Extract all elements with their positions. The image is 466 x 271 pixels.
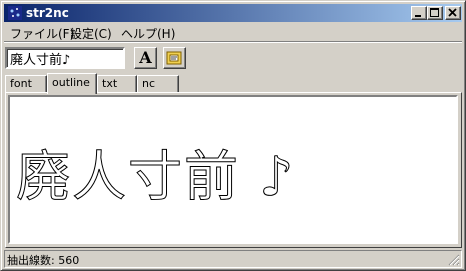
minimize-button[interactable] (411, 6, 427, 20)
menu-file[interactable]: ファイル(F) (10, 25, 74, 42)
outline-canvas[interactable]: 廃人寸前 ♪ (8, 95, 458, 244)
app-icon (8, 6, 22, 20)
export-icon (166, 51, 182, 65)
font-button[interactable]: A (134, 47, 157, 69)
tab-txt-label: txt (102, 77, 118, 90)
tab-txt[interactable]: txt (97, 75, 137, 92)
status-bar: 抽出線数: 560 (4, 250, 462, 268)
menu-help[interactable]: ヘルプ(H) (121, 25, 175, 42)
maximize-icon (430, 8, 439, 17)
resize-grip-icon[interactable] (448, 254, 460, 266)
font-icon: A (139, 48, 152, 67)
status-text: 抽出線数: 560 (7, 254, 80, 267)
outline-preview-text: 廃人寸前 ♪ (16, 145, 296, 208)
tab-outline[interactable]: outline (47, 73, 97, 94)
tab-nc[interactable]: nc (137, 75, 179, 92)
text-input[interactable] (5, 47, 125, 69)
menu-settings[interactable]: 設定(C) (70, 25, 112, 42)
menu-bar: ファイル(F) 設定(C) ヘルプ(H) (4, 23, 462, 41)
tab-strip: font outline txt nc (5, 73, 463, 94)
minimize-icon (415, 15, 421, 17)
close-button[interactable] (445, 6, 461, 20)
tab-panel: 廃人寸前 ♪ (5, 92, 462, 248)
window-title: str2nc (26, 6, 69, 20)
main-window: str2nc ファイル(F) 設定(C) ヘルプ(H) A font outli (0, 0, 466, 271)
toolbar-separator (4, 41, 462, 43)
tab-outline-label: outline (52, 76, 90, 89)
tab-font-label: font (10, 77, 32, 90)
export-button[interactable] (163, 47, 186, 69)
tab-nc-label: nc (142, 77, 156, 90)
tab-font[interactable]: font (5, 75, 47, 92)
maximize-button[interactable] (427, 6, 443, 20)
title-bar[interactable]: str2nc (4, 4, 462, 22)
close-icon (448, 8, 457, 17)
